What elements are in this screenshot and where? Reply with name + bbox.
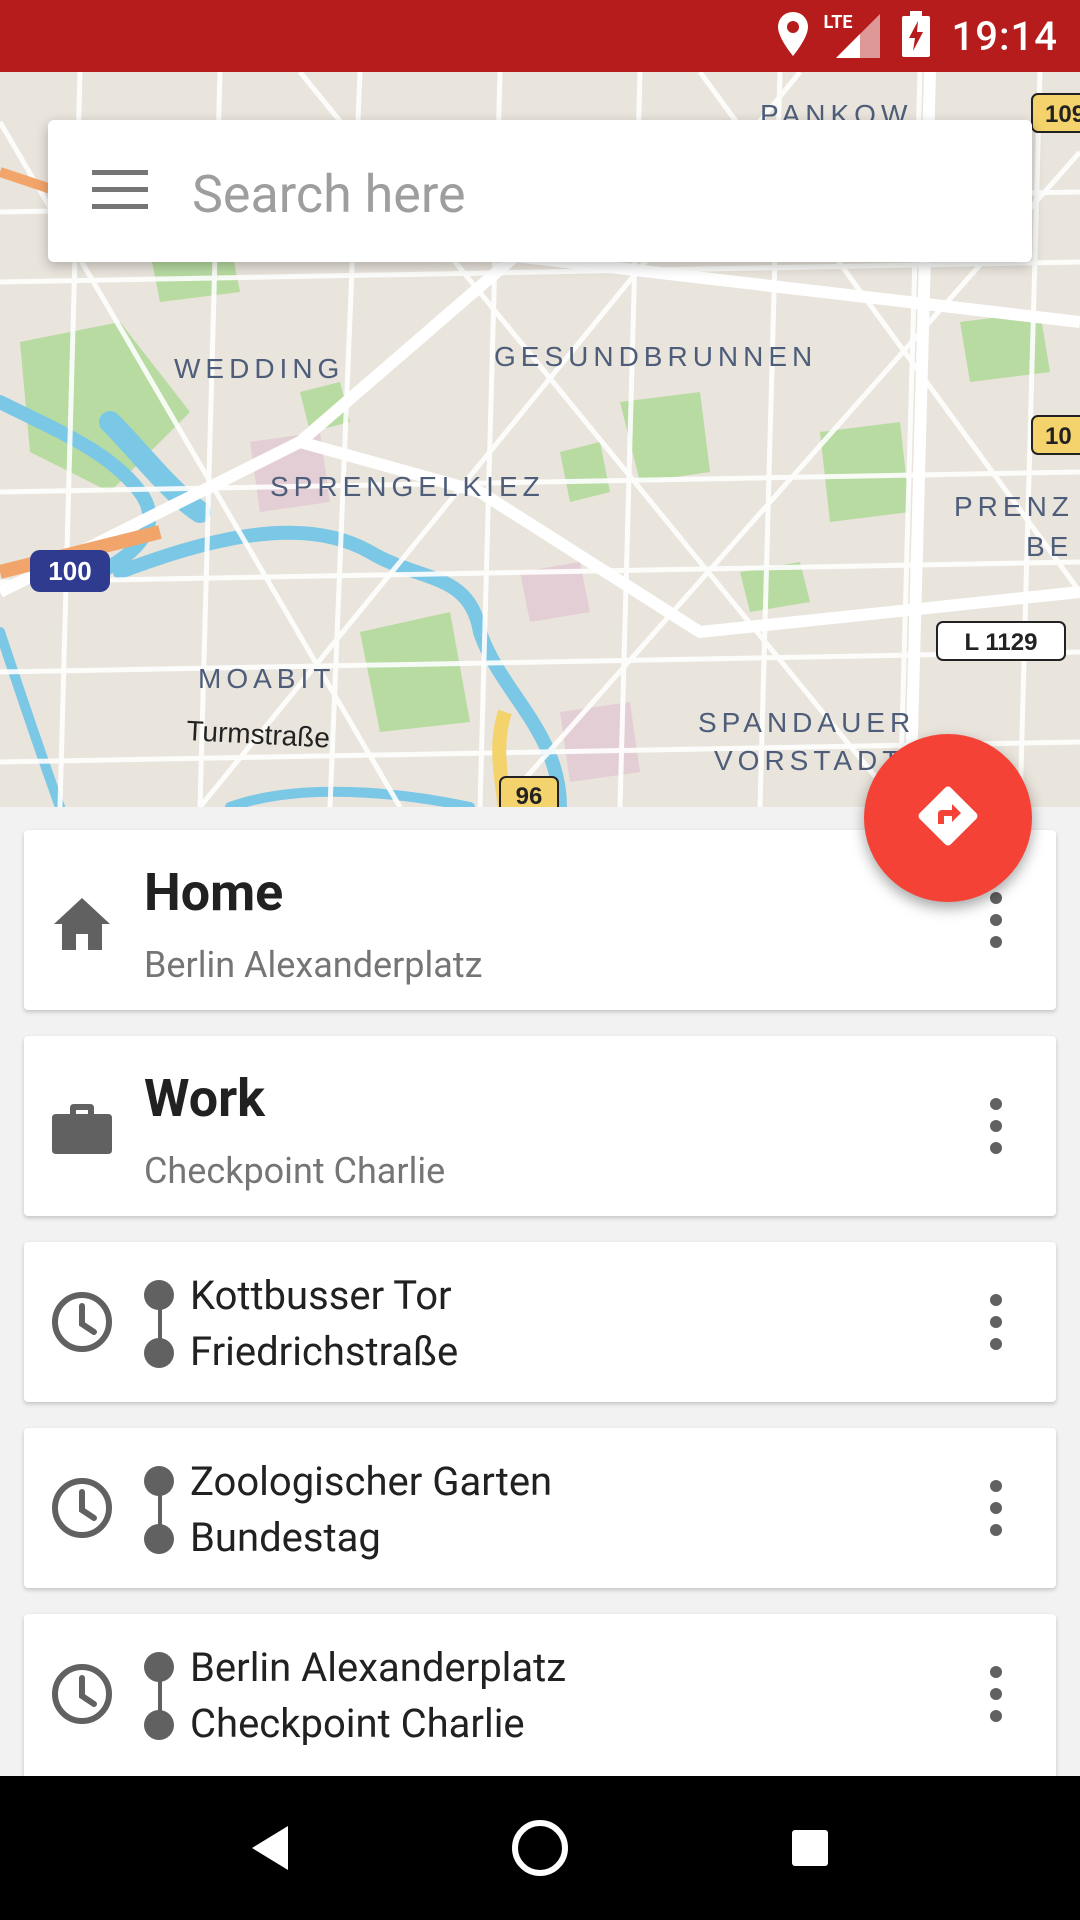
directions-icon	[916, 784, 980, 852]
search-input[interactable]: Search here	[192, 164, 466, 225]
svg-text:96: 96	[516, 783, 543, 807]
clock-icon	[50, 1290, 114, 1354]
more-options-icon[interactable]	[984, 1662, 1008, 1726]
home-icon	[50, 890, 114, 954]
recents-icon[interactable]	[770, 1808, 850, 1888]
battery-charging-icon	[901, 11, 930, 61]
recent-route-card[interactable]: Zoologischer Garten Bundestag	[24, 1428, 1056, 1588]
route-to: Checkpoint Charlie	[190, 1700, 525, 1747]
route-end-dot	[144, 1710, 174, 1740]
svg-text:SPRENGELKIEZ: SPRENGELKIEZ	[270, 471, 545, 502]
location-icon	[777, 12, 808, 60]
network-type: LTE	[823, 12, 853, 33]
road-badge-l1129: L 1129	[936, 621, 1066, 661]
svg-text:10: 10	[1045, 423, 1072, 450]
more-options-icon[interactable]	[984, 1094, 1008, 1158]
recent-route-card[interactable]: Berlin Alexanderplatz Checkpoint Charlie	[24, 1614, 1056, 1776]
back-icon[interactable]	[230, 1808, 310, 1888]
place-subtitle: Berlin Alexanderplatz	[144, 944, 483, 986]
road-badge-109: 109	[1031, 93, 1080, 133]
clock-icon	[50, 1662, 114, 1726]
svg-text:L 1129: L 1129	[965, 629, 1038, 656]
briefcase-icon	[50, 1096, 114, 1160]
more-options-icon[interactable]	[984, 888, 1008, 952]
svg-text:109: 109	[1045, 101, 1080, 128]
svg-text:100: 100	[48, 556, 91, 586]
svg-text:MOABIT: MOABIT	[198, 663, 335, 694]
place-card-work[interactable]: Work Checkpoint Charlie	[24, 1036, 1056, 1216]
recent-route-card[interactable]: Kottbusser Tor Friedrichstraße	[24, 1242, 1056, 1402]
place-title: Work	[144, 1068, 265, 1129]
svg-text:WEDDING: WEDDING	[174, 353, 344, 384]
more-options-icon[interactable]	[984, 1476, 1008, 1540]
route-to: Friedrichstraße	[190, 1328, 459, 1375]
road-badge-10: 10	[1031, 415, 1080, 455]
svg-text:SPANDAUER: SPANDAUER	[698, 707, 915, 738]
clock-time: 19:14	[951, 12, 1058, 60]
place-subtitle: Checkpoint Charlie	[144, 1150, 446, 1192]
svg-text:GESUNDBRUNNEN: GESUNDBRUNNEN	[494, 341, 817, 372]
directions-button[interactable]	[864, 734, 1032, 902]
signal-icon: LTE	[824, 12, 880, 58]
status-bar: LTE 19:14	[0, 0, 1080, 72]
road-badge-100: 100	[30, 550, 110, 592]
system-nav-bar	[0, 1776, 1080, 1920]
route-to: Bundestag	[190, 1514, 381, 1561]
route-end-dot	[144, 1524, 174, 1554]
route-from: Zoologischer Garten	[190, 1458, 553, 1505]
clock-icon	[50, 1476, 114, 1540]
more-options-icon[interactable]	[984, 1290, 1008, 1354]
svg-text:PRENZ: PRENZ	[954, 491, 1074, 522]
route-from: Berlin Alexanderplatz	[190, 1644, 567, 1691]
route-end-dot	[144, 1338, 174, 1368]
svg-text:VORSTADT: VORSTADT	[714, 745, 904, 776]
place-title: Home	[144, 862, 284, 923]
search-bar[interactable]: Search here	[48, 120, 1032, 262]
hamburger-menu-icon[interactable]	[92, 162, 148, 218]
svg-text:BE: BE	[1026, 531, 1073, 562]
road-badge-96: 96	[499, 776, 559, 807]
home-circle-icon[interactable]	[500, 1808, 580, 1888]
route-from: Kottbusser Tor	[190, 1272, 452, 1319]
